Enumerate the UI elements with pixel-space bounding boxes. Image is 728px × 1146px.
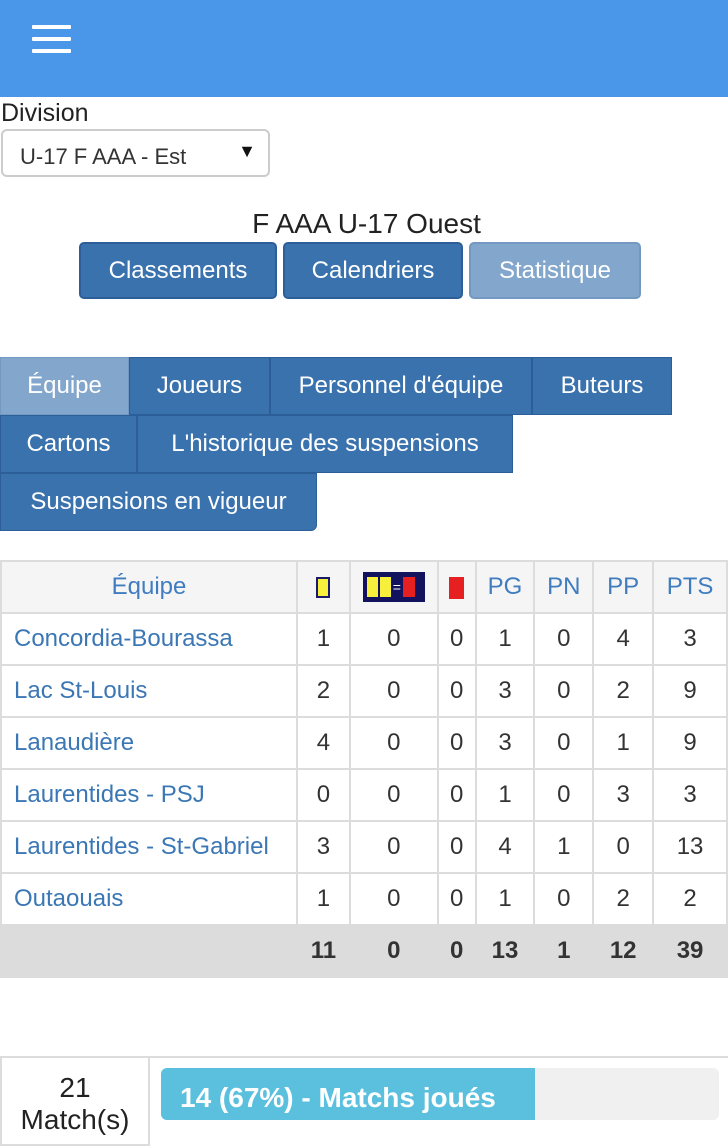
total-pg: 13 bbox=[474, 924, 536, 978]
cell-yellow: 3 bbox=[296, 820, 351, 874]
cell-pg: 4 bbox=[474, 820, 536, 874]
cell-pg: 1 bbox=[474, 612, 536, 666]
tab-historique-suspensions[interactable]: L'historique des suspensions bbox=[137, 415, 513, 473]
tab-personnel-equipe[interactable]: Personnel d'équipe bbox=[270, 357, 532, 415]
cell-pn: 0 bbox=[533, 612, 595, 666]
cell-two-yellow: 0 bbox=[348, 872, 439, 926]
totals-label-cell bbox=[0, 924, 299, 978]
table-row: Outaouais 1 0 0 1 0 2 2 bbox=[0, 872, 728, 926]
cell-pg: 3 bbox=[474, 716, 536, 770]
cell-pg: 3 bbox=[474, 664, 536, 718]
yellow-card-icon bbox=[316, 577, 331, 599]
table-row: Laurentides - PSJ 0 0 0 1 0 3 3 bbox=[0, 768, 728, 822]
team-link[interactable]: Laurentides - PSJ bbox=[0, 768, 299, 822]
header-pp[interactable]: PP bbox=[592, 560, 655, 614]
cell-pts: 2 bbox=[652, 872, 728, 926]
cell-pn: 0 bbox=[533, 768, 595, 822]
cell-yellow: 2 bbox=[296, 664, 351, 718]
team-link[interactable]: Laurentides - St-Gabriel bbox=[0, 820, 299, 874]
division-label: Division bbox=[1, 99, 89, 127]
division-selected-value: U-17 F AAA - Est bbox=[20, 144, 187, 169]
calendriers-button[interactable]: Calendriers bbox=[283, 242, 463, 299]
cell-pts: 3 bbox=[652, 612, 728, 666]
cell-red: 0 bbox=[436, 768, 477, 822]
cell-two-yellow: 0 bbox=[348, 664, 439, 718]
tab-suspensions-en-vigueur[interactable]: Suspensions en vigueur bbox=[0, 473, 317, 531]
tab-joueurs[interactable]: Joueurs bbox=[129, 357, 270, 415]
total-two-yellow: 0 bbox=[348, 924, 439, 978]
dropdown-arrow-icon: ▼ bbox=[238, 141, 256, 161]
red-card-icon bbox=[449, 576, 465, 599]
cell-red: 0 bbox=[436, 872, 477, 926]
table-row: Lac St-Louis 2 0 0 3 0 2 9 bbox=[0, 664, 728, 718]
tab-buteurs[interactable]: Buteurs bbox=[532, 357, 672, 415]
cell-pn: 0 bbox=[533, 664, 595, 718]
cell-red: 0 bbox=[436, 612, 477, 666]
total-pts: 39 bbox=[652, 924, 728, 978]
matches-played-progress-bar: 14 (67%) - Matchs joués bbox=[161, 1068, 719, 1120]
progress-text: 14 (67%) - Matchs joués bbox=[180, 1082, 496, 1113]
match-count-label: Match(s) bbox=[20, 1104, 130, 1135]
team-stats-table: Équipe = PG PN PP PTS Concordia-Bourassa… bbox=[0, 560, 728, 978]
cell-pp: 2 bbox=[592, 872, 655, 926]
totals-row: 11 0 0 13 1 12 39 bbox=[0, 924, 728, 978]
cell-pp: 2 bbox=[592, 664, 655, 718]
cell-pts: 3 bbox=[652, 768, 728, 822]
cell-pg: 1 bbox=[474, 768, 536, 822]
cell-pts: 9 bbox=[652, 664, 728, 718]
cell-two-yellow: 0 bbox=[348, 716, 439, 770]
match-count: 21 bbox=[59, 1072, 91, 1103]
header-two-yellow-red[interactable]: = bbox=[348, 560, 439, 614]
match-count-box: 21 Match(s) bbox=[0, 1056, 150, 1146]
header-team[interactable]: Équipe bbox=[0, 560, 299, 614]
cell-pp: 3 bbox=[592, 768, 655, 822]
cell-pg: 1 bbox=[474, 872, 536, 926]
cell-two-yellow: 0 bbox=[348, 820, 439, 874]
cell-pp: 4 bbox=[592, 612, 655, 666]
header-pn[interactable]: PN bbox=[533, 560, 595, 614]
cell-two-yellow: 0 bbox=[348, 612, 439, 666]
cell-yellow: 0 bbox=[296, 768, 351, 822]
cell-yellow: 1 bbox=[296, 612, 351, 666]
cell-pts: 13 bbox=[652, 820, 728, 874]
cell-two-yellow: 0 bbox=[348, 768, 439, 822]
cell-pn: 0 bbox=[533, 872, 595, 926]
cell-pp: 0 bbox=[592, 820, 655, 874]
cell-pp: 1 bbox=[592, 716, 655, 770]
cell-red: 0 bbox=[436, 820, 477, 874]
table-row: Concordia-Bourassa 1 0 0 1 0 4 3 bbox=[0, 612, 728, 666]
header-pts[interactable]: PTS bbox=[652, 560, 728, 614]
cell-yellow: 1 bbox=[296, 872, 351, 926]
cell-red: 0 bbox=[436, 716, 477, 770]
header-yellow-card[interactable] bbox=[296, 560, 351, 614]
team-link[interactable]: Lac St-Louis bbox=[0, 664, 299, 718]
total-pn: 1 bbox=[533, 924, 595, 978]
classements-button[interactable]: Classements bbox=[79, 242, 277, 299]
division-select[interactable]: U-17 F AAA - Est ▼ bbox=[1, 129, 270, 177]
total-red: 0 bbox=[436, 924, 477, 978]
cell-red: 0 bbox=[436, 664, 477, 718]
total-yellow: 11 bbox=[296, 924, 351, 978]
table-row: Lanaudière 4 0 0 3 0 1 9 bbox=[0, 716, 728, 770]
team-link[interactable]: Outaouais bbox=[0, 872, 299, 926]
statistique-button[interactable]: Statistique bbox=[469, 242, 641, 299]
top-app-bar bbox=[0, 0, 728, 97]
table-header-row: Équipe = PG PN PP PTS bbox=[0, 560, 728, 614]
tab-equipe[interactable]: Équipe bbox=[0, 357, 129, 415]
hamburger-menu-icon[interactable] bbox=[32, 25, 72, 53]
cell-pts: 9 bbox=[652, 716, 728, 770]
cell-pn: 1 bbox=[533, 820, 595, 874]
page-title: F AAA U-17 Ouest bbox=[252, 208, 481, 239]
two-yellow-equals-red-icon: = bbox=[362, 572, 425, 602]
cell-yellow: 4 bbox=[296, 716, 351, 770]
tab-cartons[interactable]: Cartons bbox=[0, 415, 137, 473]
header-red-card[interactable] bbox=[436, 560, 477, 614]
total-pp: 12 bbox=[592, 924, 655, 978]
cell-pn: 0 bbox=[533, 716, 595, 770]
table-row: Laurentides - St-Gabriel 3 0 0 4 1 0 13 bbox=[0, 820, 728, 874]
header-pg[interactable]: PG bbox=[474, 560, 536, 614]
team-link[interactable]: Concordia-Bourassa bbox=[0, 612, 299, 666]
team-link[interactable]: Lanaudière bbox=[0, 716, 299, 770]
